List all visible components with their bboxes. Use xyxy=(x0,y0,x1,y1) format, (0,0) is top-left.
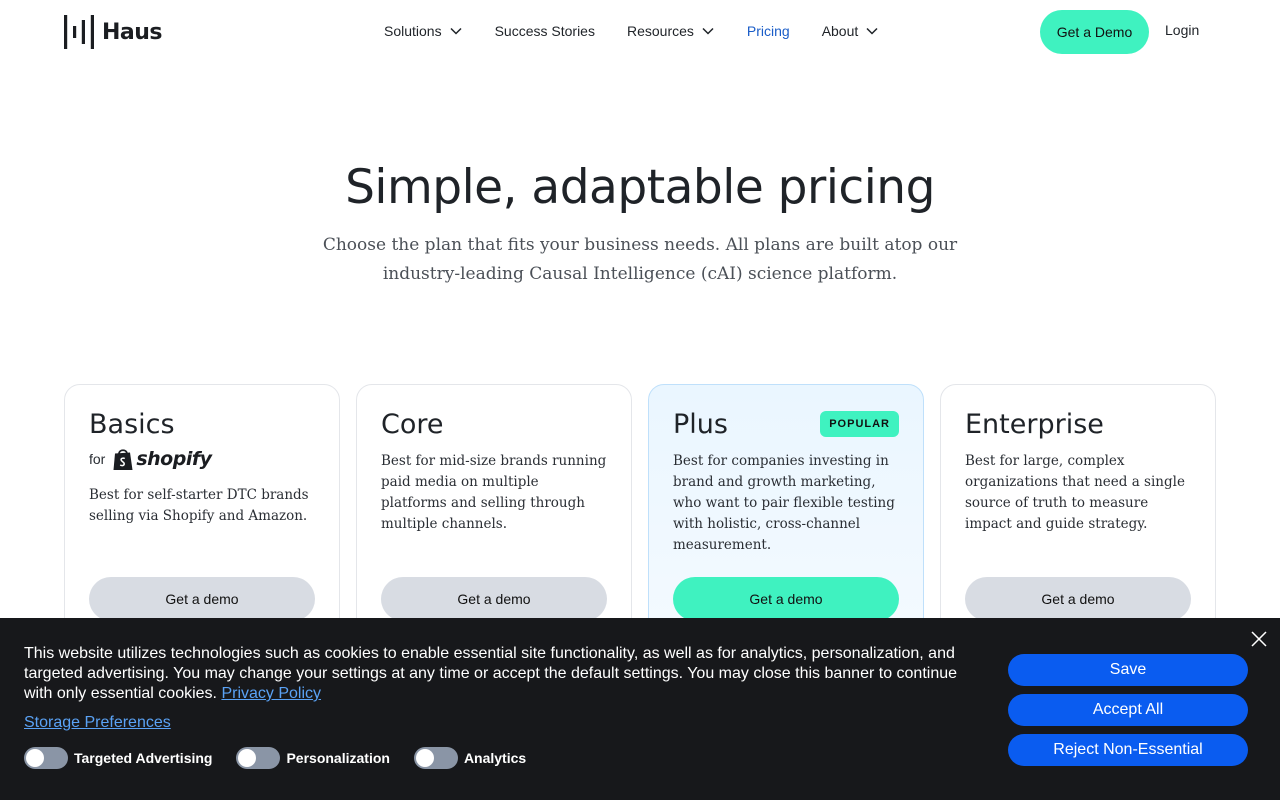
save-button[interactable]: Save xyxy=(1008,654,1248,686)
plan-card-core: Core Best for mid-size brands running pa… xyxy=(356,384,632,644)
get-a-demo-button-core[interactable]: Get a demo xyxy=(381,577,607,621)
nav-item-label: Solutions xyxy=(384,23,442,39)
plan-name: Basics xyxy=(89,409,175,440)
page-subtitle: Choose the plan that fits your business … xyxy=(322,235,958,284)
toggle-knob xyxy=(415,749,434,767)
privacy-policy-link[interactable]: Privacy Policy xyxy=(221,685,321,702)
targeted-advertising-toggle[interactable] xyxy=(24,747,68,769)
personalization-toggle[interactable] xyxy=(236,747,281,769)
plan-card-enterprise: Enterprise Best for large, complex organ… xyxy=(940,384,1216,644)
page-title: Simple, adaptable pricing xyxy=(345,160,935,215)
accept-all-button[interactable]: Accept All xyxy=(1008,694,1248,726)
plan-card-basics: Basics for shopify Best for self-starter… xyxy=(64,384,340,644)
nav-item-solutions[interactable]: Solutions xyxy=(384,23,463,39)
cookie-banner-text: This website utilizes technologies such … xyxy=(24,644,989,704)
toggle-targeted-advertising: Targeted Advertising xyxy=(24,747,212,769)
get-a-demo-button-enterprise[interactable]: Get a demo xyxy=(965,577,1191,621)
nav-item-about[interactable]: About xyxy=(822,23,880,39)
plan-partner: for shopify xyxy=(89,447,315,471)
nav-item-label: About xyxy=(821,23,859,39)
toggle-knob xyxy=(26,749,44,767)
plan-description: Best for companies investing in brand an… xyxy=(673,453,895,553)
storage-preferences-link[interactable]: Storage Preferences xyxy=(24,714,171,732)
toggle-label: Analytics xyxy=(463,750,527,766)
plan-description: Best for self-starter DTC brands selling… xyxy=(89,487,309,524)
cookie-toggles: Targeted Advertising Personalization Ana… xyxy=(24,747,550,769)
plan-card-plus: Plus POPULAR Best for companies investin… xyxy=(648,384,924,644)
toggle-label: Targeted Advertising xyxy=(74,750,213,766)
chevron-down-icon xyxy=(866,27,878,35)
get-a-demo-button-basics[interactable]: Get a demo xyxy=(89,577,315,621)
plan-description: Best for mid-size brands running paid me… xyxy=(381,453,607,532)
nav-item-success-stories[interactable]: Success Stories xyxy=(495,23,595,39)
plan-description: Best for large, complex organizations th… xyxy=(965,453,1185,532)
popular-badge: POPULAR xyxy=(820,411,899,437)
chevron-down-icon xyxy=(450,27,462,35)
cookie-notice: This website utilizes technologies such … xyxy=(24,645,958,702)
nav-item-pricing[interactable]: Pricing xyxy=(747,23,790,39)
nav-item-label: Pricing xyxy=(746,23,790,39)
site-header: Haus Solutions Success Stories Resources… xyxy=(0,0,1280,62)
cookie-banner: This website utilizes technologies such … xyxy=(0,618,1280,800)
toggle-analytics: Analytics xyxy=(413,747,527,769)
chevron-down-icon xyxy=(702,27,714,35)
get-a-demo-button[interactable]: Get a Demo xyxy=(1040,10,1149,54)
login-link[interactable]: Login xyxy=(1165,22,1199,38)
shopify-logo: shopify xyxy=(113,447,212,471)
plan-name: Enterprise xyxy=(965,409,1104,440)
haus-logo-icon xyxy=(64,15,94,49)
logo-wordmark: Haus xyxy=(102,19,163,45)
shopify-wordmark: shopify xyxy=(136,448,212,470)
haus-logo[interactable]: Haus xyxy=(64,15,163,49)
shopify-bag-icon xyxy=(113,449,133,470)
plan-name: Core xyxy=(381,409,444,440)
toggle-label: Personalization xyxy=(286,750,390,766)
get-a-demo-button-plus[interactable]: Get a demo xyxy=(673,577,899,621)
reject-non-essential-button[interactable]: Reject Non-Essential xyxy=(1008,734,1248,766)
nav-item-label: Resources xyxy=(626,23,694,39)
nav-item-label: Success Stories xyxy=(494,23,595,39)
nav-item-resources[interactable]: Resources xyxy=(627,23,715,39)
plan-for-label: for xyxy=(89,451,106,467)
analytics-toggle[interactable] xyxy=(413,747,458,769)
main-nav: Solutions Success Stories Resources Pric… xyxy=(384,0,911,62)
toggle-knob xyxy=(238,749,257,767)
close-icon[interactable] xyxy=(1250,630,1268,648)
toggle-personalization: Personalization xyxy=(236,747,390,769)
